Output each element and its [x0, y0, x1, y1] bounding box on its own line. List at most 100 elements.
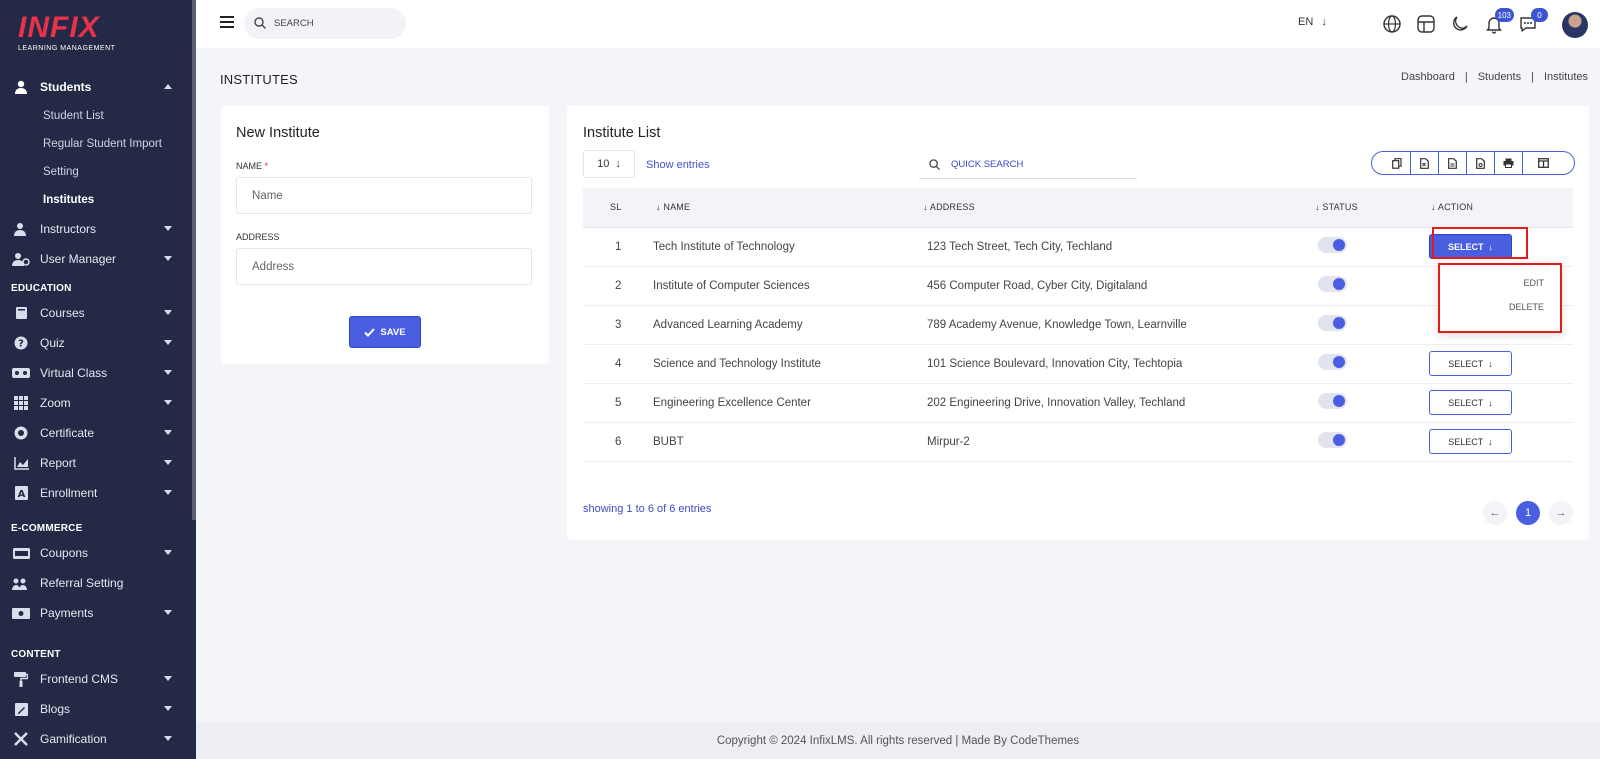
chevron-down-icon	[164, 676, 172, 681]
edit-menu-item[interactable]: EDIT	[1523, 278, 1544, 288]
sidebar-item-certificate[interactable]: Certificate	[0, 418, 192, 448]
save-button[interactable]: SAVE	[349, 316, 421, 348]
header-status[interactable]: ↓ STATUS	[1315, 202, 1358, 212]
sidebar-item-gamification[interactable]: Gamification	[0, 724, 192, 754]
logo-sub: LEARNING MANAGEMENT	[18, 45, 116, 52]
print-button[interactable]	[1495, 152, 1523, 174]
layout-icon[interactable]	[1416, 14, 1436, 34]
table-row: 3 Advanced Learning Academy 789 Academy …	[583, 306, 1573, 345]
select-button[interactable]: SELECT ↓	[1429, 390, 1512, 415]
cell-sl: 4	[615, 358, 622, 370]
delete-menu-item[interactable]: DELETE	[1509, 302, 1544, 312]
next-page-button[interactable]: →	[1549, 501, 1573, 525]
status-toggle[interactable]	[1318, 432, 1347, 448]
header-sl[interactable]: SL	[610, 202, 621, 212]
blog-icon	[12, 701, 30, 717]
sidebar-item-payments[interactable]: Payments	[0, 598, 192, 628]
sidebar-item-zoom[interactable]: Zoom	[0, 388, 192, 418]
status-toggle[interactable]	[1318, 276, 1347, 292]
language-selector[interactable]: EN ↓	[1298, 16, 1327, 28]
breadcrumb-separator: |	[1464, 71, 1468, 83]
menu-icon[interactable]	[220, 16, 234, 28]
columns-button[interactable]	[1523, 152, 1563, 174]
select-button[interactable]: SELECT ↓	[1429, 234, 1512, 259]
sidebar-item-user-manager[interactable]: User Manager	[0, 244, 192, 274]
sidebar-item-label: Students	[40, 80, 92, 94]
sidebar-item-report[interactable]: Report	[0, 448, 192, 478]
bell-icon[interactable]: 103	[1484, 8, 1514, 34]
logo[interactable]: INFIX LEARNING MANAGEMENT	[18, 13, 128, 57]
copy-button[interactable]	[1383, 152, 1411, 174]
arrow-down-icon: ↓	[1321, 16, 1327, 28]
header-action-label: ACTION	[1437, 202, 1474, 212]
breadcrumb-students[interactable]: Students	[1478, 71, 1521, 83]
prev-page-button[interactable]: ←	[1483, 501, 1507, 525]
pdf-button[interactable]	[1467, 152, 1495, 174]
select-button[interactable]: SELECT ↓	[1429, 429, 1512, 454]
sidebar-subitem-regular-student-import[interactable]: Regular Student Import	[0, 130, 192, 158]
table-row: 2 Institute of Computer Sciences 456 Com…	[583, 267, 1573, 306]
sidebar-item-courses[interactable]: Courses	[0, 298, 192, 328]
csv-file-icon	[1448, 157, 1457, 169]
sidebar-subitem-setting[interactable]: Setting	[0, 158, 192, 186]
sidebar-item-frontend-cms[interactable]: Frontend CMS	[0, 664, 192, 694]
sidebar-item-label: Enrollment	[40, 486, 98, 500]
sidebar-scrollbar[interactable]	[192, 0, 196, 520]
sidebar-item-enrollment[interactable]: A Enrollment	[0, 478, 192, 508]
address-field[interactable]	[236, 248, 532, 285]
header-action[interactable]: ↓ ACTION	[1431, 202, 1473, 212]
header-name[interactable]: ↓ NAME	[656, 202, 690, 212]
moon-icon[interactable]	[1450, 14, 1470, 34]
sidebar-item-instructors[interactable]: Instructors	[0, 214, 192, 244]
sidebar-item-referral-setting[interactable]: Referral Setting	[0, 568, 192, 598]
institute-list-title: Institute List	[583, 125, 661, 141]
csv-button[interactable]	[1439, 152, 1467, 174]
sidebar-nav: Students Student List Regular Student Im…	[0, 72, 192, 754]
sidebar: INFIX LEARNING MANAGEMENT Students Stude…	[0, 0, 196, 759]
chevron-down-icon	[164, 706, 172, 711]
search-icon	[929, 158, 941, 171]
footer-copyright: Copyright © 2024 InfixLMS. All rights re…	[716, 734, 1080, 747]
sidebar-item-label: Virtual Class	[40, 366, 108, 380]
table-row: 4 Science and Technology Institute 101 S…	[583, 345, 1573, 384]
excel-button[interactable]	[1411, 152, 1439, 174]
cell-address: 202 Engineering Drive, Innovation Valley…	[927, 397, 1186, 409]
select-label: SELECT	[1448, 397, 1484, 408]
chevron-down-icon	[164, 256, 172, 261]
page-button-1[interactable]: 1	[1516, 501, 1540, 525]
sidebar-item-label: Blogs	[40, 702, 71, 716]
name-field[interactable]	[236, 177, 532, 214]
breadcrumb-dashboard[interactable]: Dashboard	[1401, 71, 1455, 83]
chevron-down-icon	[164, 610, 172, 615]
sidebar-item-students[interactable]: Students	[0, 72, 192, 102]
sidebar-item-virtual-class[interactable]: Virtual Class	[0, 358, 192, 388]
table-row: 1 Tech Institute of Technology 123 Tech …	[583, 228, 1573, 267]
table-row: 6 BUBT Mirpur-2 SELECT ↓	[583, 423, 1573, 462]
sidebar-subitem-institutes[interactable]: Institutes	[0, 186, 192, 214]
avatar[interactable]	[1562, 12, 1588, 38]
chevron-down-icon	[164, 310, 172, 315]
chevron-down-icon	[164, 430, 172, 435]
sidebar-item-coupons[interactable]: Coupons	[0, 538, 192, 568]
status-toggle[interactable]	[1318, 315, 1347, 331]
globe-icon[interactable]	[1382, 14, 1402, 34]
chat-icon[interactable]: 0	[1518, 8, 1548, 34]
name-label-text: NAME	[236, 161, 263, 171]
entries-select[interactable]: 10 ↓	[583, 150, 635, 178]
breadcrumb-separator: |	[1531, 71, 1534, 83]
quick-search-input[interactable]	[951, 159, 1121, 170]
sidebar-item-blogs[interactable]: Blogs	[0, 694, 192, 724]
search-input[interactable]	[274, 18, 394, 29]
chevron-down-icon	[164, 226, 172, 231]
sidebar-item-quiz[interactable]: ? Quiz	[0, 328, 192, 358]
arrow-down-icon: ↓	[1488, 436, 1493, 447]
status-toggle[interactable]	[1318, 393, 1347, 409]
status-toggle[interactable]	[1318, 354, 1347, 370]
chevron-down-icon	[164, 460, 172, 465]
select-button[interactable]: SELECT ↓	[1429, 351, 1512, 376]
copy-icon	[1391, 157, 1402, 169]
sidebar-subitem-student-list[interactable]: Student List	[0, 102, 192, 130]
header-address[interactable]: ↓ ADDRESS	[923, 202, 975, 212]
vr-icon	[12, 365, 30, 381]
status-toggle[interactable]	[1318, 237, 1347, 253]
